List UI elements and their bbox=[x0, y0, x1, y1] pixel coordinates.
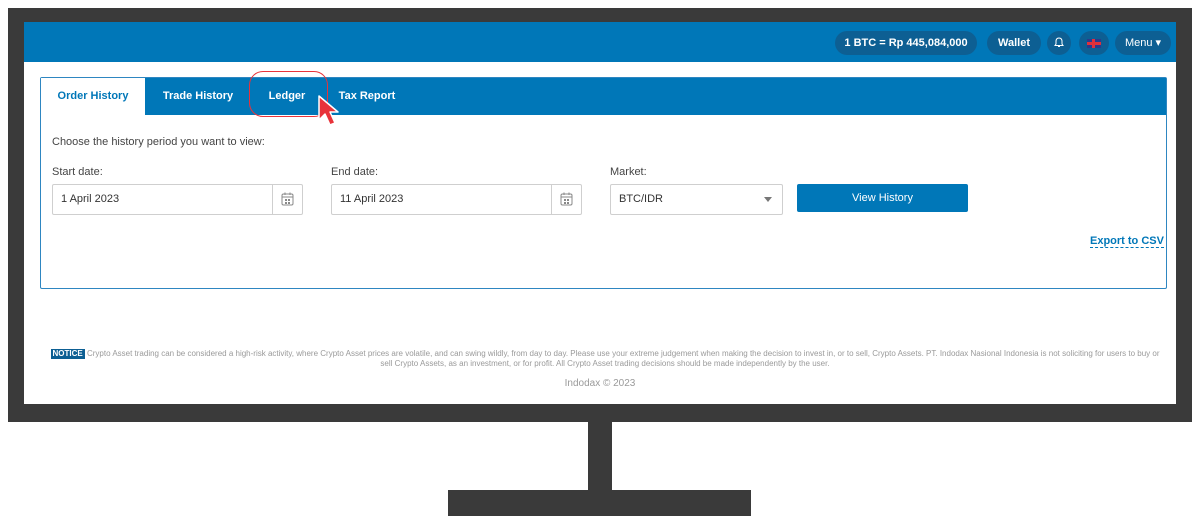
start-date-input[interactable]: 1 April 2023 bbox=[52, 184, 303, 215]
start-date-label: Start date: bbox=[52, 166, 103, 178]
chevron-down-icon bbox=[764, 197, 772, 202]
tab-trade-history[interactable]: Trade History bbox=[145, 78, 251, 115]
end-date-picker-button[interactable] bbox=[551, 185, 581, 214]
notice-text: Crypto Asset trading can be considered a… bbox=[86, 349, 1160, 368]
screen: 1 BTC = Rp 445,084,000 Wallet Menu ▾ Ord… bbox=[24, 22, 1176, 404]
history-card: Order History Trade History Ledger Tax R… bbox=[40, 71, 1167, 289]
tab-ledger[interactable]: Ledger bbox=[251, 78, 323, 115]
export-csv-link[interactable]: Export to CSV bbox=[1090, 235, 1164, 248]
tab-bar: Order History Trade History Ledger Tax R… bbox=[41, 78, 1166, 115]
market-value: BTC/IDR bbox=[619, 193, 663, 205]
start-date-value: 1 April 2023 bbox=[61, 193, 120, 205]
end-date-input[interactable]: 11 April 2023 bbox=[331, 184, 582, 215]
end-date-label: End date: bbox=[331, 166, 379, 178]
view-history-button[interactable]: View History bbox=[797, 184, 968, 212]
tab-order-history[interactable]: Order History bbox=[41, 78, 145, 115]
uk-flag-icon bbox=[1087, 39, 1101, 48]
bell-icon bbox=[1054, 37, 1064, 47]
btc-rate-badge[interactable]: 1 BTC = Rp 445,084,000 bbox=[835, 31, 977, 55]
start-date-picker-button[interactable] bbox=[272, 185, 302, 214]
calendar-icon bbox=[560, 192, 573, 206]
tab-tax-report[interactable]: Tax Report bbox=[323, 78, 411, 115]
risk-notice: NOTICE Crypto Asset trading can be consi… bbox=[44, 349, 1166, 369]
notification-button[interactable] bbox=[1047, 31, 1071, 55]
period-instruction: Choose the history period you want to vi… bbox=[52, 136, 265, 148]
wallet-button[interactable]: Wallet bbox=[987, 31, 1041, 55]
calendar-icon bbox=[281, 192, 294, 206]
end-date-value: 11 April 2023 bbox=[340, 193, 404, 205]
monitor-base bbox=[448, 490, 751, 516]
language-button[interactable] bbox=[1079, 31, 1109, 55]
copyright: Indodax © 2023 bbox=[564, 378, 636, 389]
notice-badge: NOTICE bbox=[50, 349, 85, 359]
market-select[interactable]: BTC/IDR bbox=[610, 184, 783, 215]
monitor-neck bbox=[588, 422, 612, 490]
monitor-frame: 1 BTC = Rp 445,084,000 Wallet Menu ▾ Ord… bbox=[8, 8, 1192, 422]
market-label: Market: bbox=[610, 166, 647, 178]
menu-button[interactable]: Menu ▾ bbox=[1115, 31, 1171, 55]
top-nav-bar: 1 BTC = Rp 445,084,000 Wallet Menu ▾ bbox=[24, 22, 1176, 62]
